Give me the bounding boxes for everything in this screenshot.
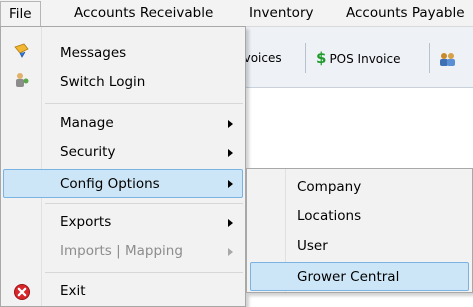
menu-item-label: Imports | Mapping [60,243,183,259]
toolbar-item-button[interactable] [438,47,456,69]
menu-item-switch-login[interactable]: Switch Login [3,68,243,97]
submenu-arrow-icon [228,180,233,188]
menu-accounts-receivable[interactable]: Accounts Receivable [74,0,213,26]
pos-invoice-button[interactable]: $ POS Invoice [316,47,400,69]
submenu-arrow-icon [228,149,233,157]
menu-item-security[interactable]: Security [3,138,243,167]
menu-item-exports[interactable]: Exports [3,208,243,237]
menu-separator [45,272,243,273]
switch-login-icon [16,73,29,87]
menu-item-label: Exports [60,214,112,230]
submenu-item-label: Locations [297,208,362,224]
menu-item-messages[interactable]: Messages [3,39,243,68]
menu-inventory[interactable]: Inventory [249,0,313,26]
menu-item-label: Exit [60,283,86,299]
menu-item-label: Config Options [60,176,160,192]
submenu-arrow-icon [228,248,233,256]
config-options-submenu: Company Locations User Grower Central [246,168,473,293]
menu-item-label: Messages [60,45,127,61]
menu-item-label: Manage [60,115,114,131]
pos-invoice-label: POS Invoice [329,52,401,66]
submenu-item-grower-central[interactable]: Grower Central [250,262,469,291]
menu-separator [45,103,243,104]
people-icon [440,52,455,66]
messages-icon [14,43,29,58]
menu-item-exit[interactable]: Exit [3,277,243,306]
menu-item-manage[interactable]: Manage [3,109,243,138]
menu-file[interactable]: File [0,1,41,27]
menu-bar: File Accounts Receivable Inventory Accou… [0,0,473,27]
menu-item-imports-mapping[interactable]: Imports | Mapping [3,237,243,266]
menu-item-label: Switch Login [60,74,146,90]
submenu-item-user[interactable]: User [250,232,469,261]
submenu-item-locations[interactable]: Locations [250,202,469,231]
toolbar-separator [305,43,306,73]
submenu-arrow-icon [228,219,233,227]
submenu-item-label: Company [297,179,362,195]
menu-accounts-payable[interactable]: Accounts Payable [346,0,465,26]
menu-item-config-options[interactable]: Config Options [3,169,243,198]
dollar-icon: $ [316,49,327,67]
menu-item-label: Security [60,144,116,160]
submenu-item-label: Grower Central [297,269,400,285]
submenu-item-company[interactable]: Company [250,173,469,202]
submenu-item-label: User [297,238,328,254]
exit-icon [14,284,30,300]
submenu-arrow-icon [228,120,233,128]
menu-separator [45,203,243,204]
file-menu: Messages Switch Login Manage Security Co… [0,26,246,307]
toolbar-separator [429,43,430,73]
